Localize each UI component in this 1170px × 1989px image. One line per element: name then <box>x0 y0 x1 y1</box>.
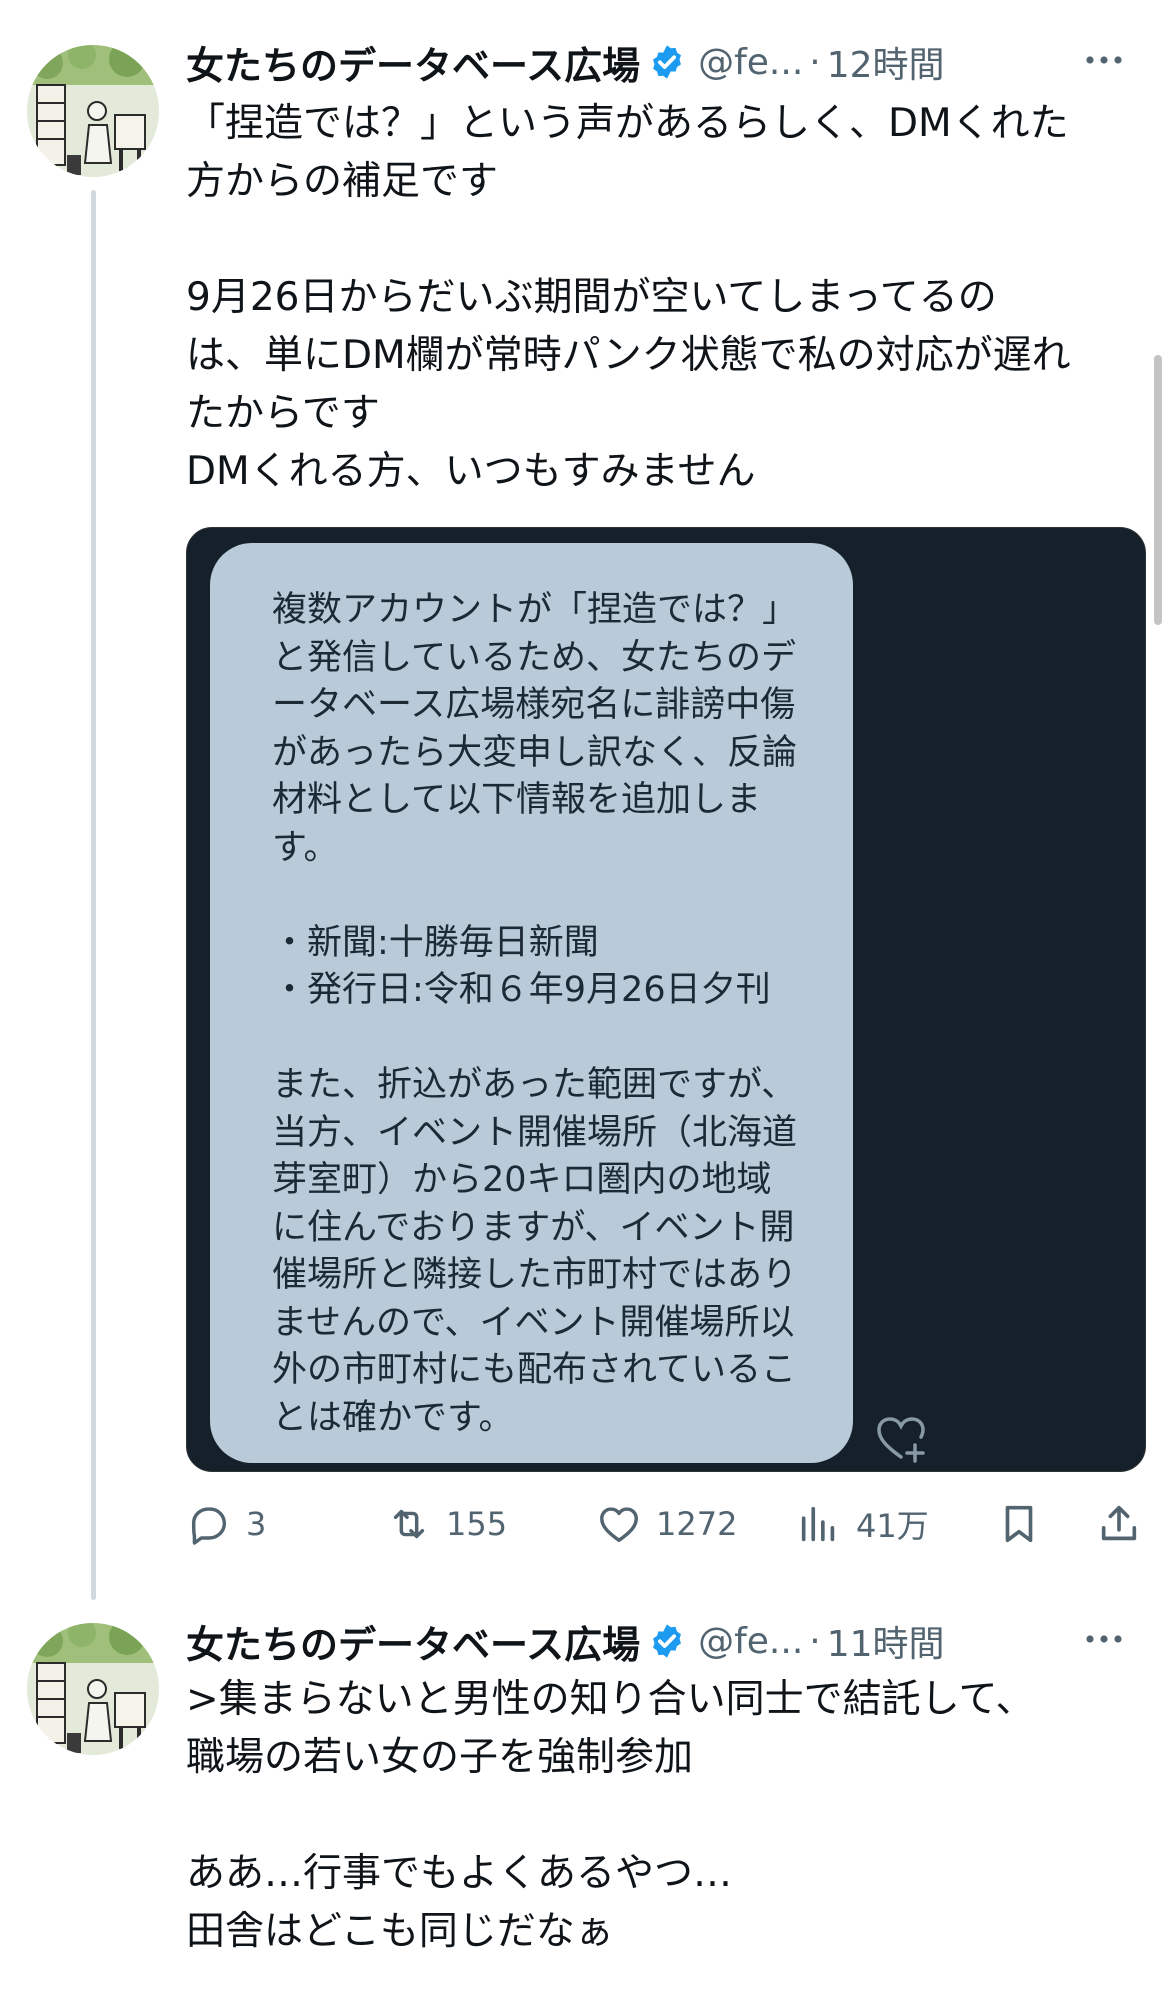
avatar[interactable] <box>27 1623 159 1755</box>
tweet-text-line: は、単にDM欄が常時パンク状態で私の対応が遅れ <box>186 333 1071 378</box>
bubble-text-line: ータベース広場様宛名に誹謗中傷 <box>272 685 796 725</box>
verified-badge-icon <box>653 45 682 79</box>
handle[interactable]: @fe... <box>698 1621 803 1662</box>
views-button[interactable]: 41万 <box>796 1494 929 1554</box>
message-bubble: 複数アカウントが「捏造では？」 と発信しているため、女たちのデ ータベース広場様… <box>210 543 853 1463</box>
views-icon <box>801 1506 835 1542</box>
heart-plus-icon <box>877 1417 925 1463</box>
tweet-text-line: 田舎はどこも同じだなぁ <box>186 1909 614 1954</box>
bookmark-button[interactable] <box>996 1494 1042 1554</box>
bubble-text-line: とは確かです。 <box>272 1397 514 1438</box>
bubble-text-line: す。 <box>272 827 339 868</box>
bubble-text-line: に住んでおりますが、イベント開 <box>272 1207 795 1248</box>
retweet-count: 155 <box>446 1505 508 1543</box>
tweet-text-line: ああ…行事でもよくあるやつ… <box>186 1851 733 1896</box>
like-count: 1272 <box>656 1505 738 1543</box>
retweet-icon <box>393 1509 425 1539</box>
bubble-text-line: 当方、イベント開催場所（北海道 <box>272 1112 798 1153</box>
bubble-text-line: 催場所と隣接した市町村ではあり <box>272 1255 798 1295</box>
bubble-text-line: ませんので、イベント開催場所以 <box>272 1302 795 1343</box>
verified-badge-icon <box>653 1624 682 1658</box>
avatar[interactable] <box>27 45 159 177</box>
media-image[interactable]: 複数アカウントが「捏造では？」 と発信しているため、女たちのデ ータベース広場様… <box>186 527 1146 1472</box>
tweet-header: 女たちのデータベース広場 @fe... · 11時間 <box>186 1614 1126 1668</box>
avatar-illustration <box>27 1623 159 1755</box>
more-icon[interactable] <box>1082 45 1126 75</box>
reply-icon <box>191 1507 227 1545</box>
tweet-text: 「捏造では？」という声があるらしく、DMくれた 方からの補足です 9月26日から… <box>186 95 1146 501</box>
bubble-text-line: があったら大変申し訳なく、反論 <box>272 732 798 773</box>
bubble-text-line <box>272 1015 833 1063</box>
timeline: 女たちのデータベース広場 @fe... · 12時間 「捏造では？」という声があ… <box>0 0 1170 1989</box>
reply-count: 3 <box>246 1505 267 1543</box>
views-count: 41万 <box>856 1507 929 1545</box>
bubble-text-line: ・発行日:令和６年9月26日夕刊 <box>272 970 771 1010</box>
reply-button[interactable]: 3 <box>186 1494 266 1554</box>
tweet-text-line <box>186 1787 1146 1845</box>
tweet-text: >集まらないと男性の知り合い同士で結託して、 職場の若い女の子を強制参加 ああ…… <box>186 1671 1146 1961</box>
tweet-text-line: 「捏造では？」という声があるらしく、DMくれた <box>186 101 1069 146</box>
bubble-text-line: 芽室町）から20キロ圏内の地域 <box>272 1160 772 1200</box>
separator-dot: · <box>809 41 821 83</box>
bubble-text-line: ・新聞:十勝毎日新聞 <box>272 922 599 963</box>
handle[interactable]: @fe... <box>698 42 803 83</box>
tweet-actions: 3 155 1272 41万 <box>186 1494 1146 1554</box>
display-name[interactable]: 女たちのデータベース広場 <box>186 1614 640 1669</box>
bubble-text-line: 外の市町村にも配布されているこ <box>272 1350 796 1390</box>
tweet-text-line: >集まらないと男性の知り合い同士で結託して、 <box>186 1677 1035 1722</box>
bookmark-icon <box>1005 1505 1033 1543</box>
bubble-text-line: 材料として以下情報を追加しま <box>272 780 761 820</box>
thread-connector-line <box>91 190 96 1600</box>
scrollbar[interactable] <box>1154 355 1162 625</box>
timestamp[interactable]: 12時間 <box>827 36 945 88</box>
avatar-illustration <box>27 45 159 177</box>
tweet-text-line: 職場の若い女の子を強制参加 <box>186 1735 694 1780</box>
display-name[interactable]: 女たちのデータベース広場 <box>186 35 640 90</box>
share-icon <box>1101 1505 1137 1541</box>
tweet-text-line: 9月26日からだいぶ期間が空いてしまってるの <box>186 275 997 320</box>
tweet-text-line <box>186 211 1146 269</box>
bubble-text-line <box>272 872 833 920</box>
retweet-button[interactable]: 155 <box>386 1494 507 1554</box>
tweet-header: 女たちのデータベース広場 @fe... · 12時間 <box>186 35 1126 89</box>
tweet-text-line: 方からの補足です <box>186 159 499 204</box>
like-icon <box>600 1507 638 1543</box>
share-button[interactable] <box>1096 1494 1142 1554</box>
bubble-text-line: 複数アカウントが「捏造では？」 <box>272 590 798 630</box>
timestamp[interactable]: 11時間 <box>827 1615 945 1667</box>
tweet-text-line: DMくれる方、いつもすみません <box>186 449 756 494</box>
like-button[interactable]: 1272 <box>596 1494 737 1554</box>
bubble-text-line: と発信しているため、女たちのデ <box>272 637 796 678</box>
tweet-text-line: たからです <box>186 391 380 436</box>
bubble-text-line: また、折込があった範囲ですが、 <box>272 1065 797 1105</box>
separator-dot: · <box>809 1620 821 1662</box>
more-icon[interactable] <box>1082 1624 1126 1654</box>
